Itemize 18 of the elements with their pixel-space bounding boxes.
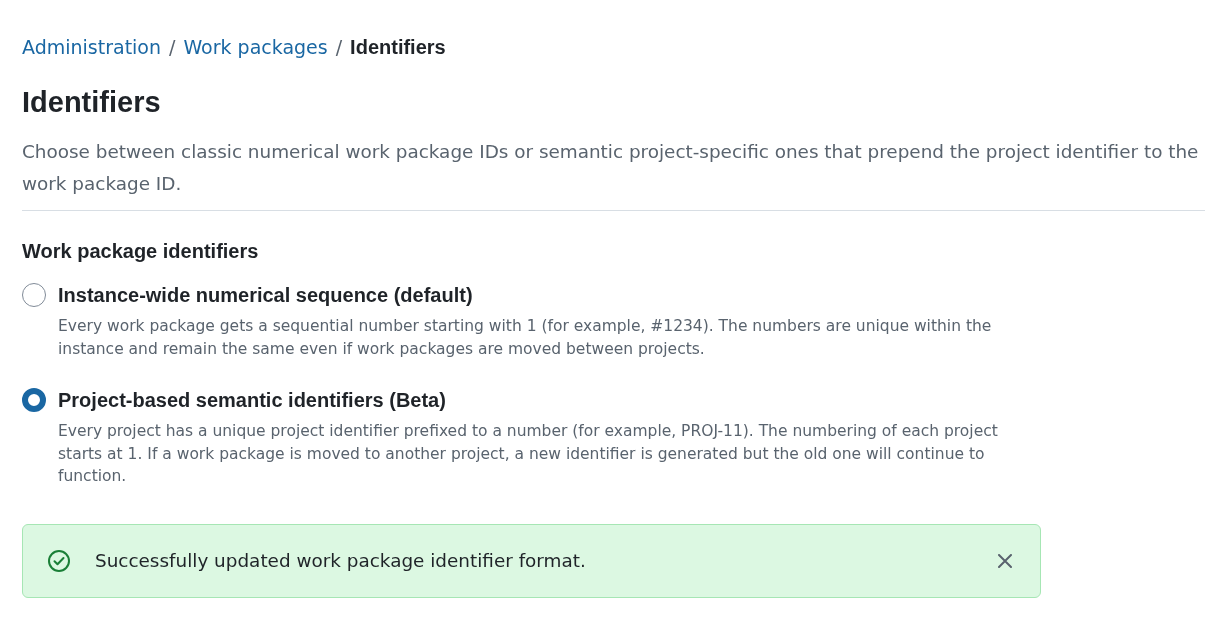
- option-description: Every project has a unique project identifier prefixed to a number (for example, PROJ-11). The numbering of each project starts at 1. If a work package is moved to another project, a new identifier is generated but the old one will continue to function.: [58, 421, 999, 487]
- breadcrumb-separator: /: [169, 35, 176, 60]
- breadcrumb-separator: /: [335, 35, 343, 60]
- radio-label[interactable]: Project-based semantic identifiers (Beta): [58, 386, 446, 414]
- breadcrumb-link[interactable]: Administration: [22, 33, 162, 61]
- breadcrumb-current: Identifiers: [350, 35, 446, 60]
- page-title: Identifiers: [22, 85, 162, 120]
- radio-button[interactable]: [22, 388, 46, 412]
- section-heading: Work package identifiers: [22, 239, 260, 264]
- option-description: Every work package gets a sequential number starting with 1 (for example, #1234). The numbers are unique within the instance and remain the same even if work packages are moved between projects.: [58, 316, 993, 360]
- radio-button[interactable]: [22, 283, 46, 307]
- page-description: Choose between classic numerical work package IDs or semantic project-specific ones that prepend the project identifier to the work package ID.: [22, 140, 1200, 196]
- breadcrumb-link[interactable]: Work packages: [183, 33, 328, 61]
- check-circle-icon: [48, 549, 70, 572]
- close-button[interactable]: [997, 552, 1013, 569]
- close-icon: [998, 553, 1012, 568]
- radio-label[interactable]: Instance-wide numerical sequence (default): [58, 281, 473, 309]
- banner-message: Successfully updated work package identifier format.: [95, 548, 587, 573]
